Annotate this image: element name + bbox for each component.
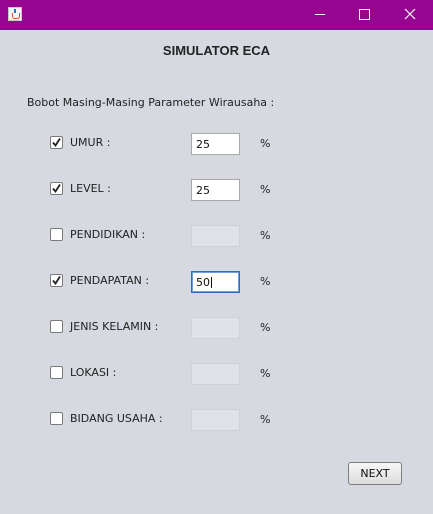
lokasi-checkbox[interactable] — [50, 366, 63, 379]
jenis-kelamin-weight-input — [191, 317, 240, 339]
param-row-bidang-usaha: BIDANG USAHA : % — [50, 409, 380, 431]
umur-weight-input[interactable]: 25 — [191, 133, 240, 155]
percent-label: % — [260, 275, 271, 288]
bidang-usaha-weight-input — [191, 409, 240, 431]
jenis-kelamin-label: JENIS KELAMIN : — [70, 320, 159, 333]
percent-label: % — [260, 413, 271, 426]
text-caret — [211, 277, 212, 288]
param-row-level: LEVEL : 25 % — [50, 179, 380, 201]
minimize-icon — [315, 14, 325, 15]
bidang-usaha-checkbox[interactable] — [50, 412, 63, 425]
param-row-lokasi: LOKASI : % — [50, 363, 380, 385]
java-cup-icon — [8, 7, 22, 21]
parameter-prompt: Bobot Masing-Masing Parameter Wirausaha … — [27, 96, 275, 109]
percent-label: % — [260, 229, 271, 242]
pendapatan-weight-input[interactable]: 50 — [191, 271, 240, 293]
percent-label: % — [260, 321, 271, 334]
title-bar — [0, 0, 433, 30]
maximize-button[interactable] — [341, 0, 387, 30]
maximize-icon — [359, 9, 370, 20]
pendidikan-weight-input — [191, 225, 240, 247]
param-row-umur: UMUR : 25 % — [50, 133, 380, 155]
checkmark-icon — [52, 276, 61, 286]
close-icon — [404, 8, 416, 20]
umur-checkbox[interactable] — [50, 136, 63, 149]
checkmark-icon — [52, 138, 61, 148]
pendidikan-checkbox[interactable] — [50, 228, 63, 241]
pendapatan-checkbox[interactable] — [50, 274, 63, 287]
pendapatan-label: PENDAPATAN : — [70, 274, 150, 287]
lokasi-weight-input — [191, 363, 240, 385]
pendidikan-label: PENDIDIKAN : — [70, 228, 146, 241]
bidang-usaha-label: BIDANG USAHA : — [70, 412, 163, 425]
next-button[interactable]: NEXT — [348, 462, 402, 485]
param-row-pendapatan: PENDAPATAN : 50 % — [50, 271, 380, 293]
lokasi-label: LOKASI : — [70, 366, 117, 379]
level-weight-input[interactable]: 25 — [191, 179, 240, 201]
percent-label: % — [260, 183, 271, 196]
page-title: SIMULATOR ECA — [162, 43, 271, 58]
level-label: LEVEL : — [70, 182, 111, 195]
checkmark-icon — [52, 184, 61, 194]
param-row-jenis-kelamin: JENIS KELAMIN : % — [50, 317, 380, 339]
level-checkbox[interactable] — [50, 182, 63, 195]
percent-label: % — [260, 137, 271, 150]
close-button[interactable] — [387, 0, 433, 30]
percent-label: % — [260, 367, 271, 380]
minimize-button[interactable] — [297, 0, 343, 30]
param-row-pendidikan: PENDIDIKAN : % — [50, 225, 380, 247]
jenis-kelamin-checkbox[interactable] — [50, 320, 63, 333]
pendapatan-value: 50 — [196, 276, 210, 289]
umur-label: UMUR : — [70, 136, 111, 149]
